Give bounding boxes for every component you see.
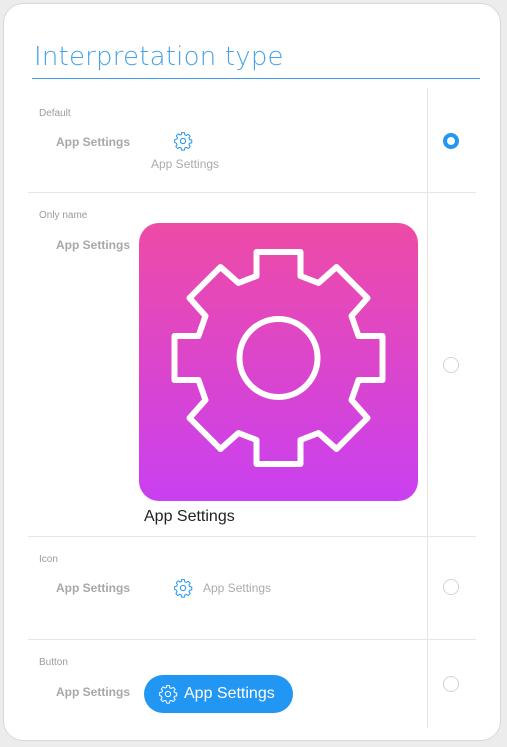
gear-icon [174,132,193,151]
gear-icon [159,685,178,704]
option-button-row-label: App Settings [56,685,130,699]
column-divider [427,88,428,728]
option-icon-row-label: App Settings [56,581,130,595]
radio-button[interactable] [443,676,459,692]
row-divider [28,192,476,193]
option-default-row-label: App Settings [56,135,130,149]
gear-icon [174,579,193,598]
option-only-name-label: Only name [39,210,88,221]
app-settings-button-label: App Settings [184,685,275,702]
option-icon-label: Icon [39,554,58,565]
app-tile-caption: App Settings [144,508,235,525]
option-default-preview-text: App Settings [151,157,220,171]
option-default-label: Default [39,108,71,119]
option-icon-preview-text: App Settings [203,581,272,595]
radio-only-name[interactable] [443,357,459,373]
radio-default[interactable] [443,133,459,149]
option-button-label: Button [39,657,68,668]
option-only-name-row-label: App Settings [56,238,130,252]
row-divider [28,639,476,640]
app-settings-button[interactable]: App Settings [144,675,293,713]
title-underline [32,78,480,79]
gear-icon [171,249,386,467]
app-tile [139,223,418,501]
radio-icon[interactable] [443,579,459,595]
panel-title: Interpretation type [34,42,284,72]
row-divider [28,536,476,537]
